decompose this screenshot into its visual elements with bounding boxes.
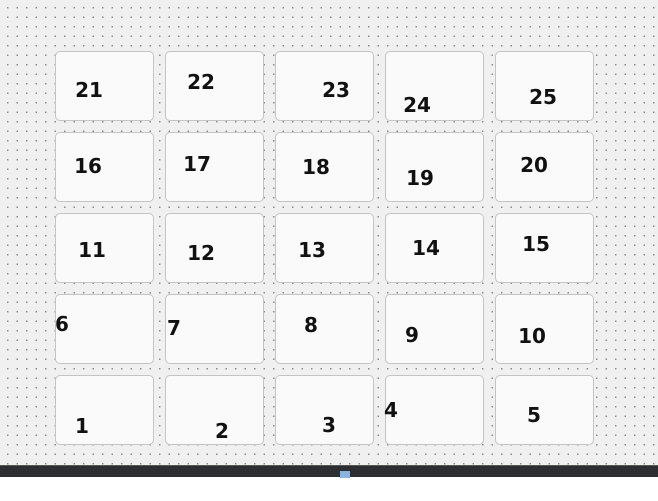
- cell-number-label: 17: [183, 152, 211, 176]
- dotted-canvas: 21 22 23 24 25 16 17 18 19 20 11 12 13 14 15 6 7 8 9 10 1 2 3 4…: [0, 0, 658, 465]
- cell-number-label: 21: [75, 78, 103, 102]
- taskbar: [0, 465, 658, 478]
- cell-number-label: 9: [405, 323, 419, 347]
- grid-cell[interactable]: [55, 375, 154, 445]
- cell-number-label: 11: [78, 238, 106, 262]
- cell-number-label: 18: [302, 155, 330, 179]
- cell-number-label: 24: [403, 93, 431, 117]
- grid-cell[interactable]: [275, 294, 374, 364]
- cell-number-label: 12: [187, 241, 215, 265]
- cell-number-label: 4: [384, 398, 398, 422]
- grid-cell[interactable]: [385, 132, 484, 202]
- grid-cell[interactable]: [385, 294, 484, 364]
- grid-cell[interactable]: [55, 294, 154, 364]
- cell-number-label: 25: [529, 85, 557, 109]
- cell-number-label: 3: [322, 413, 336, 437]
- grid-cell[interactable]: [385, 51, 484, 121]
- cell-number-label: 13: [298, 238, 326, 262]
- cell-number-label: 15: [522, 232, 550, 256]
- grid-cell[interactable]: [165, 132, 264, 202]
- grid-cell[interactable]: [55, 132, 154, 202]
- grid-cell[interactable]: [495, 375, 594, 445]
- cell-number-label: 16: [74, 154, 102, 178]
- cell-number-label: 2: [215, 419, 229, 443]
- cell-number-label: 1: [75, 414, 89, 438]
- cell-number-label: 20: [520, 153, 548, 177]
- cell-number-label: 5: [527, 403, 541, 427]
- grid-cell[interactable]: [385, 375, 484, 445]
- cell-number-label: 8: [304, 313, 318, 337]
- cell-number-label: 23: [322, 78, 350, 102]
- cell-number-label: 19: [406, 166, 434, 190]
- grid-cell[interactable]: [55, 51, 154, 121]
- cell-number-label: 22: [187, 70, 215, 94]
- cell-number-label: 14: [412, 236, 440, 260]
- cell-number-label: 10: [518, 324, 546, 348]
- cell-number-label: 7: [167, 316, 181, 340]
- cell-number-label: 6: [55, 312, 69, 336]
- taskbar-active-indicator[interactable]: [340, 471, 350, 478]
